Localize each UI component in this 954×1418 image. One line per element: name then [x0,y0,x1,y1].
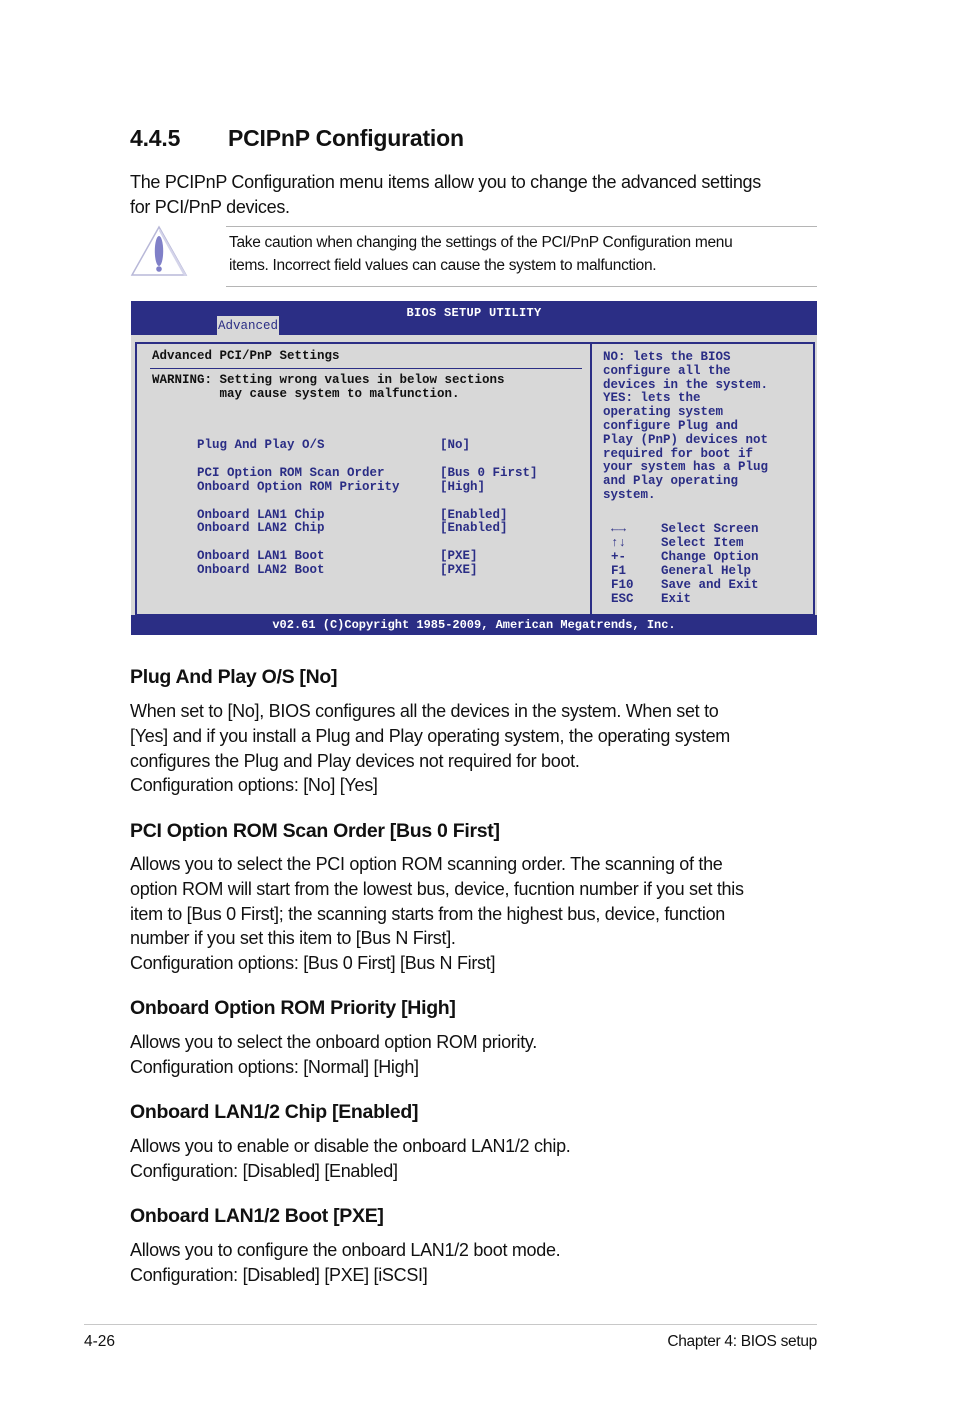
option-description-onboard-rom-priority: Allows you to select the onboard option … [130,1030,830,1080]
description-line: Configuration options: [No] [Yes] [130,775,378,796]
option-heading-onboard-rom-priority: Onboard Option ROM Priority [High] [130,997,456,1019]
panel-divider [150,368,582,369]
help-line: your system has a Plug [603,460,769,475]
setting-label: Onboard LAN2 Chip [197,521,325,535]
key-row-save-exit: F10 Save and Exit [611,578,759,592]
option-heading-pci-rom-scan-order: PCI Option ROM Scan Order [Bus 0 First] [130,820,500,842]
setting-row-lan2-boot[interactable]: Onboard LAN2 Boot [PXE] [152,549,478,591]
bios-settings-panel: Advanced PCI/PnP Settings WARNING: Setti… [135,342,592,616]
key-row-exit: ESC Exit [611,592,759,606]
section-number: 4.4.5 [130,125,181,151]
note-line: items. Incorrect field values can cause … [229,257,657,274]
option-description-lan-chip: Allows you to enable or disable the onbo… [130,1134,830,1184]
description-line: Configuration: [Disabled] [Enabled] [130,1160,398,1181]
help-text: NO: lets the BIOS configure all the devi… [603,350,808,503]
help-line: YES: lets the [603,391,701,406]
intro-paragraph: The PCIPnP Configuration menu items allo… [130,170,830,220]
help-line: required for boot if [603,446,754,461]
option-heading-lan-chip: Onboard LAN1/2 Chip [Enabled] [130,1101,419,1123]
section-title: 4.4.5 PCIPnP Configuration [130,125,464,152]
bios-copyright-bar: v02.61 (C)Copyright 1985-2009, American … [131,615,817,635]
description-line: Configuration options: [Bus 0 First] [Bu… [130,953,496,974]
caution-note: Take caution when changing the settings … [229,231,819,277]
description-line: Allows you to select the PCI option ROM … [130,854,723,874]
setting-value: [PXE] [440,563,478,577]
description-line: When set to [No], BIOS configures all th… [130,701,719,721]
bios-title-bar: BIOS SETUP UTILITY Advanced [131,301,817,335]
key-legend: ←→ Select Screen ↑↓ Select Item +- Change O… [611,522,759,606]
key-row-change-option: +- Change Option [611,550,759,564]
description-line: item to [Bus 0 First]; the scanning star… [130,903,725,924]
key-row-select-screen: ←→ Select Screen [611,522,759,536]
setting-label: Plug And Play O/S [197,438,325,452]
tab-advanced[interactable]: Advanced [217,316,280,335]
note-top-rule [226,226,817,227]
help-line: NO: lets the BIOS [603,350,731,364]
option-description-pci-rom-scan-order: Allows you to select the PCI option ROM … [130,852,830,976]
description-line: number if you set this item to [Bus N Fi… [130,928,456,949]
warning-icon [130,225,188,276]
key-esc: ESC [611,592,634,606]
help-line: Play (PnP) devices not [603,432,769,447]
description-line: Configuration options: [Normal] [High] [130,1056,419,1077]
help-line: and Play operating [603,474,739,489]
key-action: Change Option [661,550,759,564]
description-line: Allows you to select the onboard option … [130,1032,537,1052]
setting-value: [Enabled] [440,521,508,535]
key-row-select-item: ↑↓ Select Item [611,536,759,550]
key-action: Save and Exit [661,578,759,592]
chapter-label: Chapter 4: BIOS setup [667,1333,817,1350]
description-line: Configuration: [Disabled] [PXE] [iSCSI] [130,1264,428,1285]
intro-line: for PCI/PnP devices. [130,197,290,217]
setting-value: [High] [440,480,486,494]
setting-label: Onboard Option ROM Priority [197,480,400,494]
option-heading-plug-and-play: Plug And Play O/S [No] [130,666,338,688]
panel-heading: Advanced PCI/PnP Settings [152,349,340,363]
intro-line: The PCIPnP Configuration menu items allo… [130,172,761,192]
option-heading-lan-boot: Onboard LAN1/2 Boot [PXE] [130,1205,384,1227]
up-down-arrows-icon: ↑↓ [611,536,627,550]
option-description-lan-boot: Allows you to configure the onboard LAN1… [130,1238,830,1288]
note-line: Take caution when changing the settings … [229,234,733,251]
setting-label: Onboard LAN2 Boot [197,563,325,577]
description-line: Allows you to configure the onboard LAN1… [130,1240,561,1260]
key-action: Select Item [661,536,744,550]
section-title-text: PCIPnP Configuration [228,125,464,151]
key-action: Select Screen [661,522,759,536]
option-description-plug-and-play: When set to [No], BIOS configures all th… [130,699,830,798]
left-right-arrows-icon: ←→ [611,522,627,536]
bios-screen: BIOS SETUP UTILITY Advanced Advanced PCI… [131,301,817,635]
help-line: configure all the [603,363,731,378]
note-bottom-rule [226,286,817,287]
setting-value: [No] [440,438,471,452]
description-line: [Yes] and if you install a Plug and Play… [130,725,730,746]
description-line: configures the Plug and Play devices not… [130,750,580,771]
footer-rule [84,1324,817,1325]
help-line: operating system [603,405,724,420]
description-line: Allows you to enable or disable the onbo… [130,1136,571,1156]
key-action: Exit [661,592,692,606]
key-row-general-help: F1 General Help [611,564,759,578]
page-number: 4-26 [84,1333,116,1350]
help-line: devices in the system. [603,377,769,392]
description-line: option ROM will start from the lowest bu… [130,878,744,899]
key-f10: F10 [611,578,634,592]
warning-text: WARNING: Setting wrong values in below s… [152,373,505,401]
help-line: system. [603,487,656,502]
key-plus-minus: +- [611,550,627,564]
bios-help-panel: NO: lets the BIOS configure all the devi… [590,342,815,616]
help-line: configure Plug and [603,418,739,433]
key-action: General Help [661,564,752,578]
key-f1: F1 [611,564,627,578]
